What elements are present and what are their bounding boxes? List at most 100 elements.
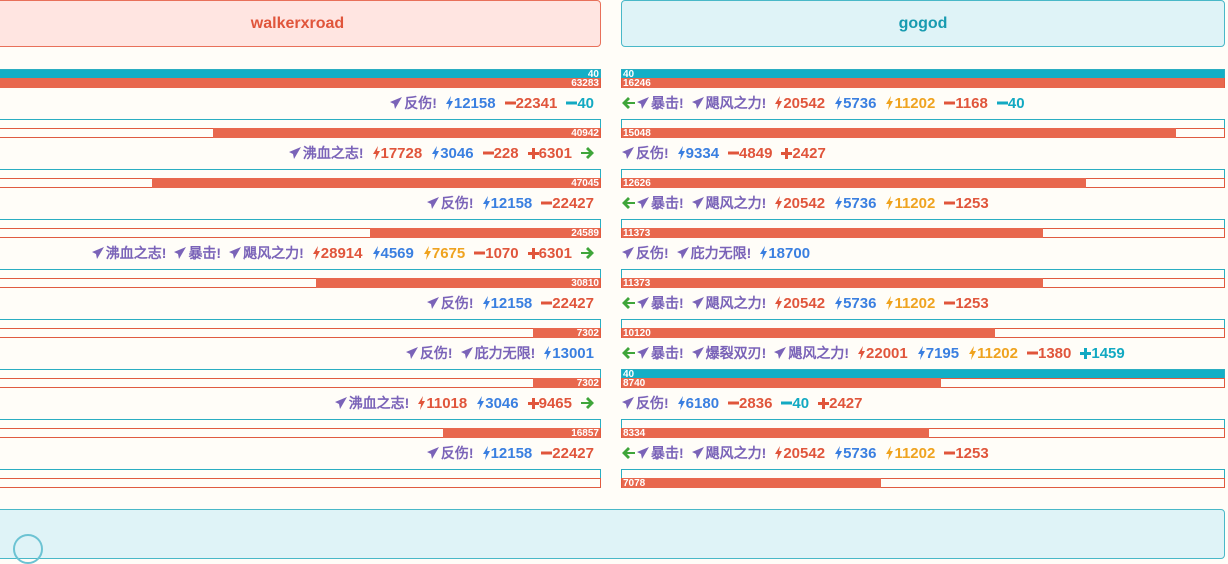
- bolt-icon: [835, 196, 843, 210]
- skill-icon: [691, 197, 704, 209]
- damage-value: 6180: [677, 395, 719, 412]
- damage-value: 4569: [372, 245, 414, 262]
- skill-icon: [174, 247, 187, 259]
- bolt-icon: [432, 146, 440, 160]
- value-text: 庇力无限!: [474, 345, 536, 361]
- right-hp-fill: [622, 278, 1043, 288]
- value-text: 22341: [515, 94, 558, 112]
- skill-tag: 飓风之力!: [691, 293, 766, 313]
- attack-value: 11018: [417, 395, 467, 412]
- bolt-icon: [835, 446, 843, 460]
- value-text: 18700: [768, 244, 811, 262]
- left-hp-fill: [0, 78, 600, 88]
- skill-tag: 沸血之志!: [288, 143, 364, 163]
- value-text: 20542: [783, 194, 826, 212]
- left-hp-fill: [370, 228, 600, 238]
- footer-circle-icon[interactable]: [13, 534, 43, 564]
- damage-value: 5736: [834, 95, 876, 112]
- right-action-line: 暴击! 飓风之力! 20542 5736 11202 1253: [622, 193, 989, 213]
- left-action-line: 反伤! 庇力无限! 13001: [405, 343, 594, 363]
- skill-tag: 爆裂双刃!: [691, 343, 766, 363]
- right-hp-value: 15048: [623, 128, 651, 139]
- footer-panel: [0, 509, 1225, 564]
- left-status-bar: 7302: [0, 319, 601, 339]
- value-text: 28914: [320, 244, 363, 262]
- minus-icon: [781, 401, 793, 405]
- bonus-value: 11202: [885, 295, 935, 312]
- plus-icon: [781, 147, 793, 159]
- right-status-bar: 15048: [621, 119, 1225, 139]
- value-text: 17728: [380, 144, 423, 162]
- right-hp-value: 11373: [623, 228, 651, 239]
- value-text: 暴击!: [651, 295, 684, 311]
- left-hp-value: 63283: [571, 78, 599, 89]
- mp-loss-value: 40: [566, 95, 594, 112]
- player-right-header: gogod: [621, 0, 1225, 47]
- right-hp-fill: [622, 178, 1086, 188]
- bolt-icon: [835, 96, 843, 110]
- bolt-icon: [775, 96, 783, 110]
- hp-loss-value: 228: [482, 144, 519, 162]
- player-right-name: gogod: [898, 14, 948, 32]
- hp-gain-value: 6301: [527, 145, 572, 162]
- right-hp-fill: [622, 428, 930, 438]
- value-text: 12158: [490, 194, 533, 212]
- value-text: 40: [1007, 94, 1025, 112]
- right-action-line: 反伤! 6180 2836 40 2427: [622, 393, 862, 413]
- value-text: 1253: [955, 444, 989, 462]
- left-status-bar: 24589: [0, 219, 601, 239]
- value-text: 1253: [955, 194, 989, 212]
- bolt-icon: [544, 346, 552, 360]
- value-text: 40: [577, 94, 594, 112]
- value-text: 庇力无限!: [690, 245, 752, 261]
- minus-icon: [504, 101, 516, 105]
- value-text: 1168: [955, 94, 988, 112]
- hp-loss-value: 22427: [541, 195, 594, 212]
- attack-value: 17728: [372, 144, 423, 162]
- value-text: 反伤!: [404, 95, 437, 111]
- hp-loss-value: 2836: [728, 395, 772, 412]
- value-text: 飓风之力!: [788, 345, 850, 361]
- hp-loss-value: 22427: [541, 295, 594, 312]
- skill-tag: 反伤!: [405, 343, 453, 363]
- arrow-left-icon: [622, 447, 635, 459]
- damage-value: 7195: [917, 345, 959, 362]
- right-hp-value: 10120: [623, 328, 651, 339]
- value-text: 沸血之志!: [302, 145, 364, 161]
- minus-icon: [728, 151, 740, 155]
- bolt-icon: [886, 196, 894, 210]
- value-text: 暴击!: [651, 345, 684, 361]
- left-status-bar: 16857: [0, 419, 601, 439]
- value-text: 飓风之力!: [243, 245, 304, 261]
- bolt-icon: [760, 246, 768, 260]
- left-status-bar: 40 63283: [0, 69, 601, 89]
- minus-icon: [482, 151, 494, 155]
- minus-icon: [1027, 351, 1038, 355]
- left-hp-fill: [212, 128, 600, 138]
- right-hp-fill: [622, 328, 995, 338]
- plus-icon: [527, 397, 539, 409]
- skill-tag: 暴击!: [637, 293, 684, 313]
- value-text: 7195: [925, 344, 960, 362]
- minus-icon: [566, 101, 578, 105]
- hp-loss-value: 1168: [944, 95, 988, 112]
- skill-icon: [426, 297, 439, 309]
- bolt-icon: [775, 296, 783, 310]
- value-text: 沸血之志!: [348, 395, 410, 411]
- skill-icon: [405, 347, 418, 359]
- value-text: 暴击!: [651, 195, 684, 211]
- value-text: 反伤!: [419, 345, 453, 361]
- skill-icon: [426, 197, 439, 209]
- skill-tag: 暴击!: [637, 343, 684, 363]
- value-text: 5736: [843, 444, 877, 462]
- value-text: 3046: [485, 394, 519, 412]
- hp-loss-value: 1070: [474, 245, 519, 262]
- bolt-icon: [477, 396, 485, 410]
- left-hp-value: 24589: [571, 228, 599, 239]
- left-hp-value: 7302: [576, 378, 599, 389]
- bolt-icon: [482, 446, 490, 460]
- value-text: 228: [493, 144, 519, 162]
- right-hp-value: 8740: [623, 378, 646, 389]
- skill-tag: 反伤!: [622, 393, 669, 413]
- value-text: 12158: [490, 444, 533, 462]
